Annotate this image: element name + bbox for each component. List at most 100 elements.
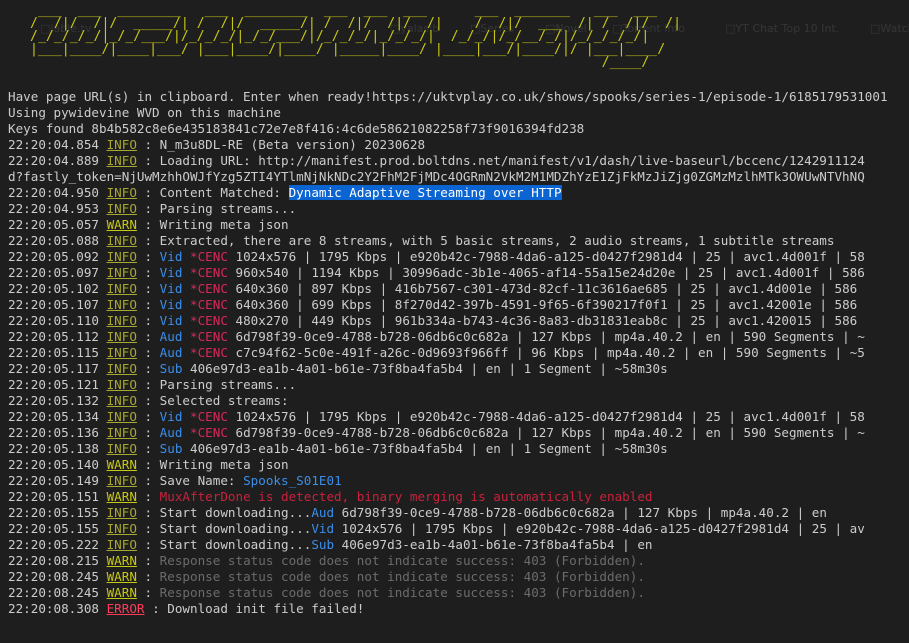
terminal-line: 22:20:05.149 INFO : Save Name: Spooks_S0… — [8, 473, 909, 489]
log-text: 22:20:05.057 — [8, 217, 107, 232]
stream-type-tag: Vid — [311, 521, 335, 536]
stream-type-tag: Vid — [159, 409, 183, 424]
log-level-info: INFO — [106, 297, 137, 312]
terminal-line: 22:20:04.950 INFO : Content Matched: Dyn… — [8, 185, 909, 201]
log-level-warn: WARN — [106, 489, 137, 504]
log-level-warn: WARN — [106, 217, 137, 232]
log-text: : — [136, 489, 160, 504]
log-text: 22:20:05.155 — [8, 521, 107, 536]
log-text: 22:20:05.136 — [8, 425, 107, 440]
log-level-info: INFO — [106, 249, 137, 264]
log-text: 406e97d3-ea1b-4a01-b61e-73f8ba4fa5b4 | e… — [182, 441, 668, 456]
terminal-line: 22:20:05.151 WARN : MuxAfterDone is dete… — [8, 489, 909, 505]
log-text: : — [136, 265, 160, 280]
encryption-tag: *CENC — [190, 265, 228, 280]
log-text: Using pywidevine WVD on this machine — [8, 105, 281, 120]
log-text: 406e97d3-ea1b-4a01-b61e-73f8ba4fa5b4 | e… — [182, 361, 668, 376]
warning-message: Response status code does not indicate s… — [159, 553, 645, 568]
log-level-info: INFO — [106, 377, 137, 392]
log-level-info: INFO — [106, 473, 137, 488]
terminal-line: 22:20:05.110 INFO : Vid *CENC 480x270 | … — [8, 313, 909, 329]
log-text: Have page URL(s) in clipboard. Enter whe… — [8, 89, 888, 104]
log-text: : Extracted, there are 8 streams, with 5… — [136, 233, 835, 248]
log-text: 406e97d3-ea1b-4a01-b61e-73f8ba4fa5b4 | e… — [334, 537, 653, 552]
log-text: 6d798f39-0ce9-4788-b728-06db6c0c682a | 1… — [227, 329, 865, 344]
stream-type-tag: Vid — [159, 249, 183, 264]
log-level-info: INFO — [106, 393, 137, 408]
terminal-line: 22:20:08.308 ERROR : Download init file … — [8, 601, 909, 617]
log-text: 22:20:05.134 — [8, 409, 107, 424]
selected-text: Dynamic Adaptive Streaming over HTTP — [288, 185, 562, 200]
log-text: : — [136, 249, 160, 264]
terminal-line: d?fastly_token=NjUwMzhhOWJfYzg5ZTI4YTlmN… — [8, 169, 909, 185]
terminal-line: 22:20:05.102 INFO : Vid *CENC 640x360 | … — [8, 281, 909, 297]
log-level-info: INFO — [106, 441, 137, 456]
log-level-info: INFO — [106, 137, 137, 152]
stream-type-tag: Sub — [159, 441, 183, 456]
terminal-line: Keys found 8b4b582c8e6e435183841c72e7e8f… — [8, 121, 909, 137]
log-text: : Start downloading... — [136, 537, 312, 552]
log-text: : — [136, 313, 160, 328]
ascii-logo: ___ ___ ________ ___ ________ ___ ___ __… — [30, 3, 682, 70]
log-text: 22:20:05.222 — [8, 537, 107, 552]
log-text: 22:20:05.140 — [8, 457, 107, 472]
log-text: 22:20:08.215 — [8, 553, 107, 568]
stream-type-tag: Sub — [159, 361, 183, 376]
stream-type-tag: Spooks_S01E01 — [243, 473, 342, 488]
terminal-line: 22:20:05.132 INFO : Selected streams: — [8, 393, 909, 409]
log-text: 22:20:04.953 — [8, 201, 107, 216]
log-text: : — [136, 569, 160, 584]
stream-type-tag: Vid — [159, 281, 183, 296]
terminal-line: 22:20:08.245 WARN : Response status code… — [8, 585, 909, 601]
log-text: 22:20:05.149 — [8, 473, 107, 488]
log-level-info: INFO — [106, 537, 137, 552]
terminal-line: 22:20:05.112 INFO : Aud *CENC 6d798f39-0… — [8, 329, 909, 345]
log-level-info: INFO — [106, 201, 137, 216]
log-text: : Writing meta json — [136, 457, 289, 472]
stream-type-tag: Aud — [159, 425, 183, 440]
log-text: : Download init file failed! — [144, 601, 365, 616]
log-text: 640x360 | 699 Kbps | 8f270d42-397b-4591-… — [227, 297, 858, 312]
log-text: : Loading URL: http://manifest.prod.bolt… — [136, 153, 865, 168]
log-text: 22:20:04.889 — [8, 153, 107, 168]
log-text: 6d798f39-0ce9-4788-b728-06db6c0c682a | 1… — [334, 505, 827, 520]
log-text: : — [136, 281, 160, 296]
log-level-info: INFO — [106, 233, 137, 248]
log-level-info: INFO — [106, 265, 137, 280]
warning-message: Response status code does not indicate s… — [159, 569, 645, 584]
log-text: 22:20:05.132 — [8, 393, 107, 408]
log-text: : Selected streams: — [136, 393, 289, 408]
log-text: 640x360 | 897 Kbps | 416b7567-c301-473d-… — [227, 281, 858, 296]
log-level-warn: WARN — [106, 553, 137, 568]
log-text: : Parsing streams... — [136, 377, 297, 392]
warning-message: MuxAfterDone is detected, binary merging… — [159, 489, 653, 504]
log-text: 22:20:05.110 — [8, 313, 107, 328]
terminal-line: 22:20:04.854 INFO : N_m3u8DL-RE (Beta ve… — [8, 137, 909, 153]
background-tab: YT Chat Top 10 Int. — [725, 22, 839, 35]
log-text: 22:20:05.138 — [8, 441, 107, 456]
stream-type-tag: Aud — [311, 505, 335, 520]
log-text: : — [136, 425, 160, 440]
terminal-line: 22:20:05.155 INFO : Start downloading...… — [8, 521, 909, 537]
terminal-line: 22:20:05.121 INFO : Parsing streams... — [8, 377, 909, 393]
terminal-line: 22:20:05.140 WARN : Writing meta json — [8, 457, 909, 473]
encryption-tag: *CENC — [190, 329, 228, 344]
log-level-warn: WARN — [106, 457, 137, 472]
log-text: : Save Name: — [136, 473, 244, 488]
log-level-warn: WARN — [106, 585, 137, 600]
terminal-line: 22:20:05.134 INFO : Vid *CENC 1024x576 |… — [8, 409, 909, 425]
terminal-line: 22:20:04.953 INFO : Parsing streams... — [8, 201, 909, 217]
log-text: : Start downloading... — [136, 505, 312, 520]
log-level-warn: WARN — [106, 569, 137, 584]
log-text: : N_m3u8DL-RE (Beta version) 20230628 — [136, 137, 426, 152]
terminal-window[interactable]: jable.tvyalasibSeriesNovelTorrent InfoYT… — [0, 0, 909, 643]
